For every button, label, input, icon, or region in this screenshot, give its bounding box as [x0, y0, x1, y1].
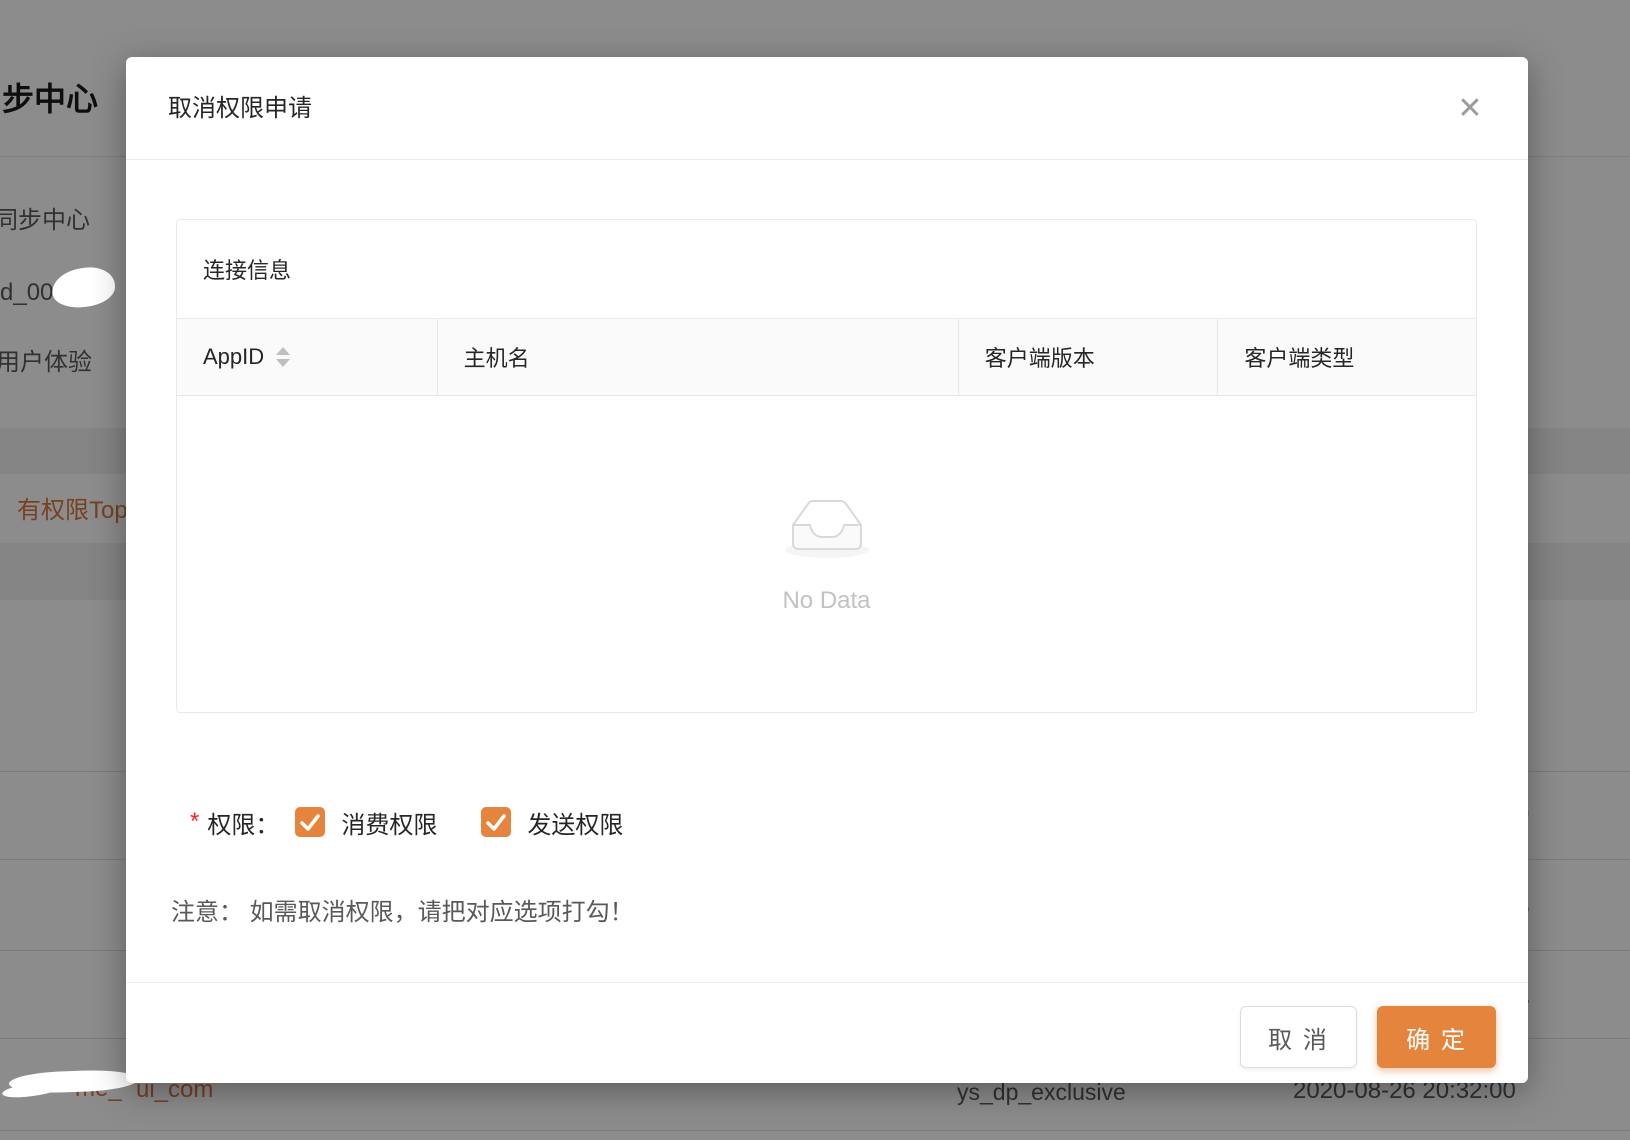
checkbox-consume-permission[interactable]	[295, 807, 325, 837]
card-title: 连接信息	[177, 220, 1476, 319]
column-header-client-version: 客户端版本	[959, 319, 1219, 395]
table-header-row: AppID 主机名 客户端版本 客户端类型	[177, 319, 1476, 396]
caret-up-icon	[276, 347, 290, 355]
column-header-client-type: 客户端类型	[1218, 319, 1476, 395]
permission-form-row: * 权限： 消费权限 发送权限	[190, 804, 623, 840]
close-button[interactable]: ✕	[1446, 85, 1494, 133]
modal-title: 取消权限申请	[168, 57, 312, 160]
modal-footer: 取 消 确 定	[126, 982, 1528, 1083]
checkbox-label-send[interactable]: 发送权限	[527, 805, 623, 840]
table-empty-state: No Data	[177, 396, 1476, 712]
cancel-permission-modal: 取消权限申请 ✕ 连接信息 AppID 主机名 客户端版本 客户端类型	[126, 57, 1528, 1083]
checkbox-send-permission[interactable]	[481, 807, 511, 837]
cancel-button[interactable]: 取 消	[1240, 1006, 1357, 1068]
connection-info-card: 连接信息 AppID 主机名 客户端版本 客户端类型 No Data	[176, 219, 1477, 713]
required-mark: *	[190, 808, 199, 836]
note-text: 注意： 如需取消权限，请把对应选项打勾！	[171, 892, 634, 927]
column-header-hostname: 主机名	[438, 319, 959, 395]
close-icon: ✕	[1457, 92, 1482, 125]
empty-text: No Data	[782, 587, 870, 615]
column-header-appid[interactable]: AppID	[177, 319, 438, 395]
sorter-icon	[276, 347, 290, 367]
empty-inbox-icon	[779, 493, 875, 559]
caret-down-icon	[276, 359, 290, 367]
check-icon	[481, 807, 511, 837]
checkbox-label-consume[interactable]: 消费权限	[341, 805, 437, 840]
check-icon	[295, 807, 325, 837]
modal-header: 取消权限申请 ✕	[126, 57, 1528, 160]
confirm-button[interactable]: 确 定	[1377, 1006, 1496, 1068]
permission-field-label: 权限：	[207, 805, 279, 840]
